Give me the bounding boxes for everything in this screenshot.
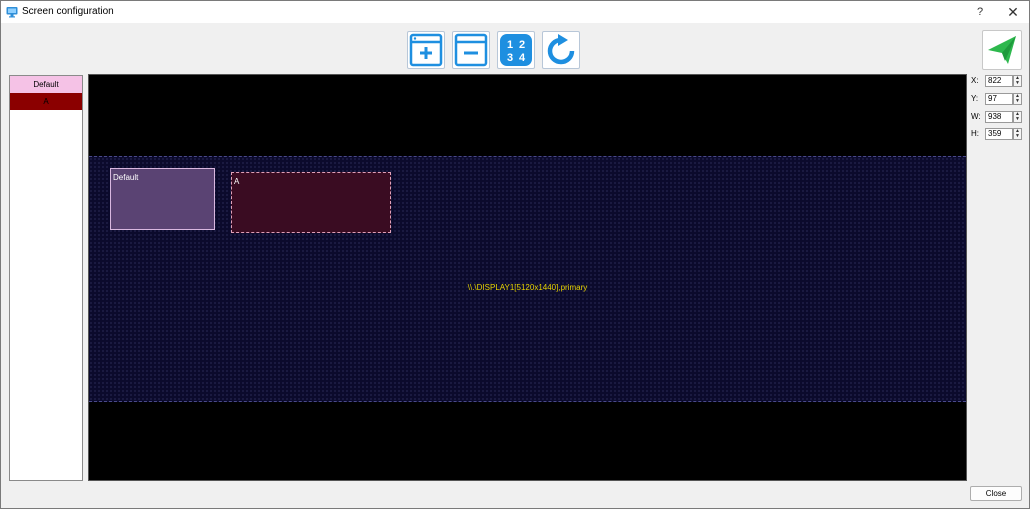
send-button[interactable] xyxy=(982,30,1022,70)
spin-down-icon[interactable]: ▼ xyxy=(1014,81,1021,86)
x-label: X: xyxy=(971,76,979,85)
w-input[interactable]: 938 xyxy=(985,111,1013,123)
remove-screen-button[interactable] xyxy=(452,31,490,69)
x-spinner[interactable]: ▲ ▼ xyxy=(1013,75,1022,87)
title-bar: Screen configuration ? ✕ xyxy=(1,1,1029,23)
identify-digit: 1 xyxy=(507,39,513,51)
x-input[interactable]: 822 xyxy=(985,75,1013,87)
display-label: \\.\DISPLAY1[5120x1440],primary xyxy=(467,283,588,292)
refresh-icon xyxy=(543,32,579,68)
spin-down-icon[interactable]: ▼ xyxy=(1014,99,1021,104)
add-screen-icon xyxy=(408,32,444,68)
refresh-button[interactable] xyxy=(542,31,580,69)
help-button[interactable]: ? xyxy=(969,3,991,21)
app-icon xyxy=(6,6,18,18)
y-label: Y: xyxy=(971,94,979,103)
h-label: H: xyxy=(971,129,979,138)
display-area: \\.\DISPLAY1[5120x1440],primary xyxy=(89,156,966,402)
close-button[interactable]: Close xyxy=(970,486,1022,501)
window-title: Screen configuration xyxy=(22,6,114,17)
w-spinner[interactable]: ▲ ▼ xyxy=(1013,111,1022,123)
list-item-default[interactable]: Default xyxy=(10,76,82,93)
identify-digit: 2 xyxy=(519,39,525,51)
identify-screens-icon: 1 2 3 4 xyxy=(498,32,534,68)
screen-rect-label: A xyxy=(234,177,240,186)
y-spinner[interactable]: ▲ ▼ xyxy=(1013,93,1022,105)
w-label: W: xyxy=(971,112,981,121)
spin-down-icon[interactable]: ▼ xyxy=(1014,117,1021,122)
screen-layout-canvas[interactable]: \\.\DISPLAY1[5120x1440],primary Default … xyxy=(88,74,967,481)
identify-screens-button[interactable]: 1 2 3 4 xyxy=(497,31,535,69)
add-screen-button[interactable] xyxy=(407,31,445,69)
spin-down-icon[interactable]: ▼ xyxy=(1014,134,1021,139)
screen-configuration-window: Screen configuration ? ✕ 1 2 3 4 Default… xyxy=(0,0,1030,509)
send-icon xyxy=(983,31,1021,69)
y-input[interactable]: 97 xyxy=(985,93,1013,105)
screen-rect-a[interactable]: A xyxy=(231,172,391,233)
identify-digit: 3 xyxy=(507,52,513,64)
window-close-button[interactable]: ✕ xyxy=(1002,3,1024,21)
screen-rect-default[interactable]: Default xyxy=(110,168,215,230)
list-item-a[interactable]: A xyxy=(10,93,82,110)
h-input[interactable]: 359 xyxy=(985,128,1013,140)
screens-list[interactable]: Default A xyxy=(9,75,83,481)
identify-digit: 4 xyxy=(519,52,526,64)
screen-rect-label: Default xyxy=(113,173,139,182)
remove-screen-icon xyxy=(453,32,489,68)
h-spinner[interactable]: ▲ ▼ xyxy=(1013,128,1022,140)
